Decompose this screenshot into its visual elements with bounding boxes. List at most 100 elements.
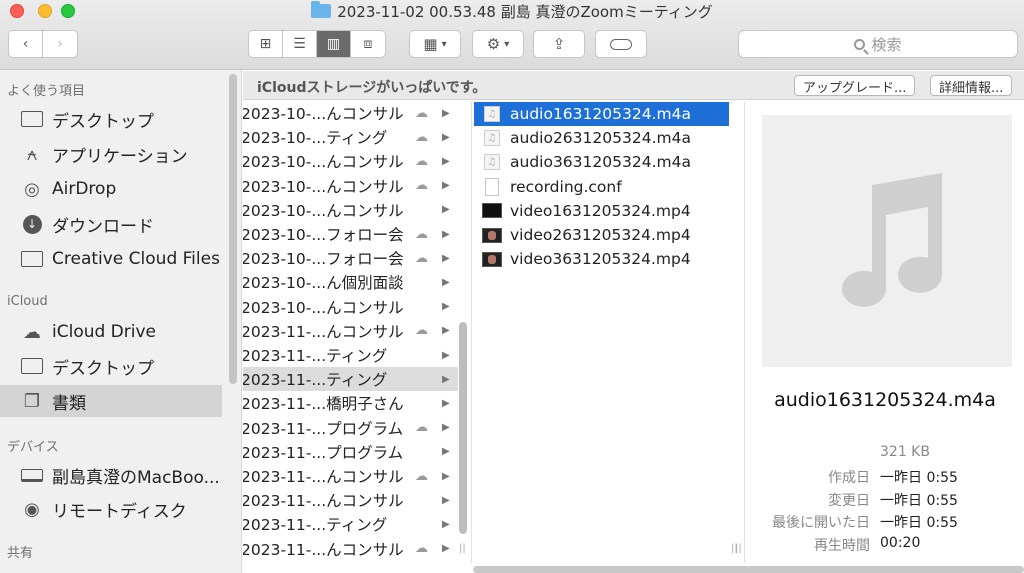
- cloud-warning-icon[interactable]: ☁︎: [415, 251, 428, 266]
- disclosure-arrow-icon: ▶: [442, 204, 450, 216]
- file-name: audio3631205324.m4a: [510, 153, 691, 172]
- folder-row[interactable]: 2023-11-...プログラム ☁︎ ▶: [243, 416, 458, 440]
- folder-row[interactable]: 2023-10-...んコンサル ▶: [243, 295, 458, 319]
- search-field[interactable]: 検索: [738, 30, 1018, 58]
- file-row[interactable]: ♫ audio2631205324.m4a: [474, 126, 729, 150]
- gallery-view-button[interactable]: ⧈: [351, 31, 385, 57]
- cloud-warning-icon[interactable]: ☁︎: [415, 469, 428, 484]
- file-row[interactable]: ♫ audio1631205324.m4a: [474, 102, 729, 126]
- window-title: 2023-11-02 00.53.48 副島 真澄のZoomミーティング: [337, 3, 713, 21]
- group-button[interactable]: ▦ ▾: [409, 30, 461, 58]
- upgrade-button[interactable]: アップグレード...: [794, 75, 916, 96]
- details-button[interactable]: 詳細情報...: [930, 75, 1013, 96]
- icon-view-button[interactable]: ⊞: [249, 31, 283, 57]
- sidebar-scrollbar[interactable]: [229, 74, 237, 384]
- folder-row[interactable]: 2023-10-...フォロー会 ☁︎ ▶: [243, 222, 458, 246]
- cloud-warning-icon[interactable]: ☁︎: [415, 420, 428, 435]
- sidebar-item-documents[interactable]: ❐ 書類: [0, 385, 222, 417]
- file-row[interactable]: ♫ audio3631205324.m4a: [474, 150, 729, 174]
- audio-file-icon: ♫: [482, 153, 502, 171]
- preview-pane: audio1631205324.m4a 321 KB 作成日 一昨日 0:55 変更…: [735, 101, 1024, 563]
- preview-meta-label: 再生時間: [814, 538, 870, 555]
- cloud-warning-icon[interactable]: ☁︎: [415, 227, 428, 242]
- forward-button[interactable]: ›: [43, 31, 77, 57]
- chevron-right-icon: ›: [57, 36, 63, 52]
- folder-row[interactable]: 2023-11-...ティング ▶: [243, 343, 458, 367]
- folder-row[interactable]: 2023-11-...ティング ▶: [243, 512, 458, 536]
- folder-name: 2023-11-...んコンサル: [243, 540, 404, 559]
- cloud-download-icon[interactable]: ☁︎: [415, 154, 428, 169]
- file-column: || ♫ audio1631205324.m4a ♫ audio2631205324.…: [473, 101, 745, 563]
- disclosure-arrow-icon: ▶: [442, 494, 450, 506]
- folder-row[interactable]: 2023-11-...プログラム ▶: [243, 440, 458, 464]
- sidebar-item-downloads[interactable]: ↓ ダウンロード: [0, 208, 222, 240]
- column-resize-handle[interactable]: ||: [459, 543, 466, 554]
- sidebar-item-creative-cloud[interactable]: Creative Cloud Files: [0, 243, 222, 275]
- folder-row[interactable]: 2023-11-...んコンサル ▶: [243, 488, 458, 512]
- sidebar-heading-icloud: iCloud: [7, 294, 48, 309]
- folder-icon: [20, 248, 44, 270]
- back-button[interactable]: ‹: [9, 31, 43, 57]
- gallery-view-icon: ⧈: [363, 36, 373, 52]
- folder-row[interactable]: 2023-10-...んコンサル ▶: [243, 198, 458, 222]
- disclosure-arrow-icon: ▶: [442, 470, 450, 482]
- sidebar-item-icloud-drive[interactable]: ☁ iCloud Drive: [0, 316, 222, 348]
- sidebar-item-airdrop[interactable]: ◎ AirDrop: [0, 173, 222, 205]
- file-row[interactable]: recording.conf: [474, 175, 729, 199]
- file-row[interactable]: video1631205324.mp4: [474, 199, 729, 223]
- horizontal-scrollbar[interactable]: [473, 566, 1024, 573]
- cloud-download-icon[interactable]: ☁︎: [415, 130, 428, 145]
- music-note-icon: [842, 173, 942, 307]
- folder-row[interactable]: 2023-11-...んコンサル ☁︎ ▶: [243, 537, 458, 561]
- cloud-download-icon[interactable]: ☁︎: [415, 106, 428, 121]
- sidebar-item-desktop[interactable]: デスクトップ: [0, 103, 222, 135]
- file-row[interactable]: video2631205324.mp4: [474, 223, 729, 247]
- file-name: audio2631205324.m4a: [510, 129, 691, 148]
- window-toolbar: 2023-11-02 00.53.48 副島 真澄のZoomミーティング ‹ ›…: [0, 0, 1024, 70]
- list-view-button[interactable]: ☰: [283, 31, 317, 57]
- folder-name: 2023-10-...んコンサル: [243, 177, 404, 196]
- folder-row[interactable]: 2023-10-...ティング ☁︎ ▶: [243, 125, 458, 149]
- sidebar-item-applications[interactable]: ⍲ アプリケーション: [0, 138, 222, 170]
- cloud-download-icon[interactable]: ☁︎: [415, 178, 428, 193]
- file-row[interactable]: video3631205324.mp4: [474, 247, 729, 271]
- applications-icon: ⍲: [26, 143, 38, 165]
- document-file-icon: [482, 177, 502, 196]
- cloud-warning-icon[interactable]: ☁︎: [415, 541, 428, 556]
- video-file-icon: [482, 250, 502, 268]
- folder-row[interactable]: 2023-10-...フォロー会 ☁︎ ▶: [243, 246, 458, 270]
- preview-meta-label: 作成日: [828, 470, 870, 486]
- folder-name: 2023-10-...んコンサル: [243, 201, 404, 220]
- folder-row[interactable]: 2023-10-...んコンサル ☁︎ ▶: [243, 149, 458, 173]
- folder-row[interactable]: 2023-11-...ティング ▶: [243, 367, 458, 392]
- sidebar-item-label: 副島真澄のMacBoo...: [52, 467, 220, 488]
- action-button[interactable]: ⚙ ▾: [472, 30, 524, 58]
- folder-row[interactable]: 2023-10-...ん個別面談 ▶: [243, 270, 458, 294]
- chevron-down-icon: ▾: [504, 38, 510, 50]
- disclosure-arrow-icon: ▶: [442, 543, 450, 555]
- folder-row[interactable]: 2023-10-...んコンサル ☁︎ ▶: [243, 174, 458, 198]
- sidebar-item-icloud-desktop[interactable]: デスクトップ: [0, 350, 222, 382]
- sidebar-item-macbook[interactable]: 副島真澄のMacBoo...: [0, 459, 222, 491]
- folder-name: 2023-11-...ティング: [243, 371, 388, 390]
- list-view-icon: ☰: [293, 36, 306, 52]
- folder-row[interactable]: 2023-11-...んコンサル ☁︎ ▶: [243, 319, 458, 343]
- share-button[interactable]: ⇪: [533, 30, 585, 58]
- folder-name: 2023-11-...プログラム: [243, 419, 404, 438]
- sidebar-item-label: デスクトップ: [52, 358, 154, 379]
- tags-button[interactable]: [595, 30, 647, 58]
- folder-row[interactable]: 2023-11-...橋明子さん ▶: [243, 391, 458, 415]
- file-name: video1631205324.mp4: [510, 201, 691, 220]
- folder-column-scrollbar[interactable]: [459, 322, 467, 534]
- column-view-button[interactable]: ▥: [317, 31, 351, 57]
- folder-name: 2023-11-...橋明子さん: [243, 395, 404, 414]
- folder-name: 2023-10-...ティング: [243, 129, 388, 148]
- cloud-warning-icon[interactable]: ☁︎: [415, 323, 428, 338]
- column-resize-handle[interactable]: ||: [735, 543, 742, 554]
- folder-row[interactable]: 2023-10-...んコンサル ☁︎ ▶: [243, 101, 458, 125]
- folder-row[interactable]: 2023-11-...んコンサル ☁︎ ▶: [243, 464, 458, 488]
- folder-name: 2023-10-...フォロー会: [243, 250, 404, 269]
- documents-icon: ❐: [23, 390, 41, 412]
- sidebar-item-remote-disc[interactable]: ◉ リモートディスク: [0, 493, 222, 525]
- chevron-left-icon: ‹: [22, 36, 29, 52]
